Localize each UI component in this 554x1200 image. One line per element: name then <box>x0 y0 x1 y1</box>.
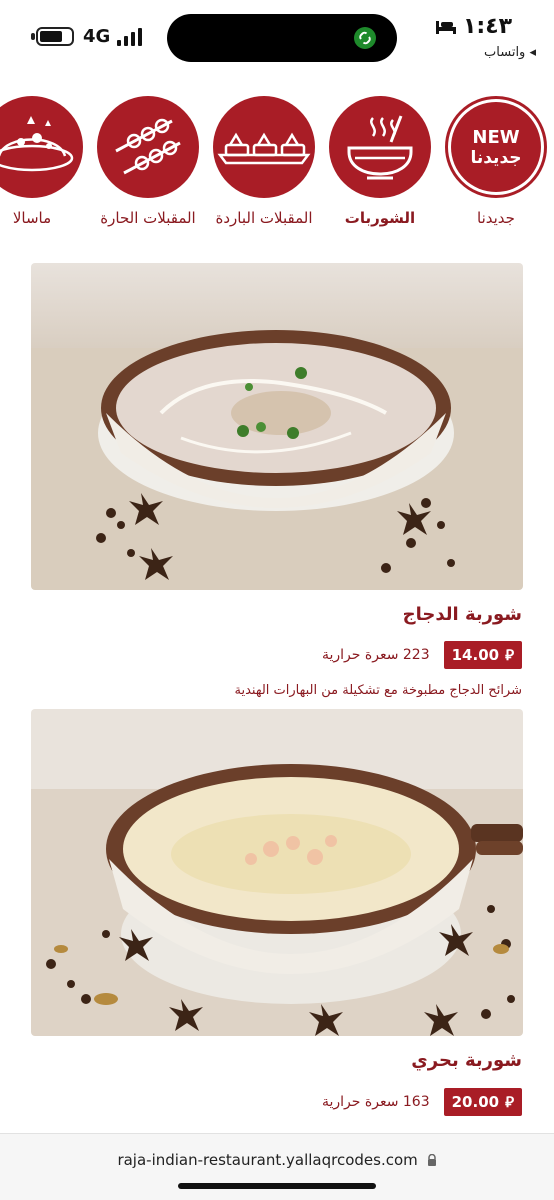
dish-title: شوربة بحري <box>411 1050 522 1071</box>
url-text[interactable]: raja-indian-restaurant.yallaqrcodes.com <box>0 1151 554 1169</box>
status-bar: 4G ١:٤٣ ◂ واتساب <box>0 0 554 70</box>
category-masala[interactable]: ماسالا <box>0 96 84 232</box>
calories: 223 سعرة حرارية <box>322 647 430 663</box>
category-hot-appetizers[interactable]: المقبلات الحارة <box>96 96 200 232</box>
calories: 163 سعرة حرارية <box>322 1094 430 1110</box>
sleep-icon <box>436 20 456 34</box>
category-label: المقبلات الحارة <box>100 209 196 227</box>
battery-icon <box>36 27 74 46</box>
category-label: المقبلات الباردة <box>215 209 313 227</box>
link-icon <box>354 27 376 49</box>
riyal-icon: ⃁ <box>505 1092 514 1111</box>
category-new[interactable]: NEW جديدنا جديدنا <box>444 96 548 232</box>
dynamic-island <box>167 14 397 62</box>
signal-icon <box>117 28 142 46</box>
dish-title: شوربة الدجاج <box>402 604 522 625</box>
dish-meta-row: 14.00 ⃁ 223 سعرة حرارية <box>322 641 522 669</box>
price-badge: 20.00 ⃁ <box>443 1088 522 1116</box>
price-badge: 14.00 ⃁ <box>443 641 522 669</box>
category-label: ماسالا <box>12 209 52 227</box>
network-type: 4G <box>83 26 111 47</box>
category-strip[interactable]: NEW جديدنا جديدنا الشوربات المقبلات البا… <box>0 96 554 266</box>
category-soups[interactable]: الشوربات <box>328 96 432 232</box>
dish-meta-row: 20.00 ⃁ 163 سعرة حرارية <box>322 1088 522 1116</box>
dish-image-seafood-soup[interactable] <box>31 709 523 1036</box>
category-cold-appetizers[interactable]: المقبلات الباردة <box>212 96 316 232</box>
dish-image-chicken-soup[interactable] <box>31 263 523 590</box>
category-label: الشوربات <box>344 209 416 227</box>
back-to-app-link[interactable]: ◂ واتساب <box>484 45 536 60</box>
browser-url-bar[interactable]: raja-indian-restaurant.yallaqrcodes.com <box>0 1133 554 1200</box>
home-indicator[interactable] <box>178 1183 376 1189</box>
new-badge: NEW جديدنا <box>451 102 541 192</box>
category-label: جديدنا <box>477 209 515 227</box>
dish-description: شرائح الدجاج مطبوخة مع تشكيلة من البهارا… <box>234 683 522 698</box>
soup-bowl-icon <box>347 115 413 180</box>
skewers-icon <box>115 118 181 175</box>
clock: ١:٤٣ <box>435 14 512 39</box>
lock-icon <box>427 1153 436 1166</box>
cold-appetizers-icon <box>217 132 311 165</box>
masala-plate-icon <box>0 116 74 172</box>
riyal-icon: ⃁ <box>505 645 514 664</box>
